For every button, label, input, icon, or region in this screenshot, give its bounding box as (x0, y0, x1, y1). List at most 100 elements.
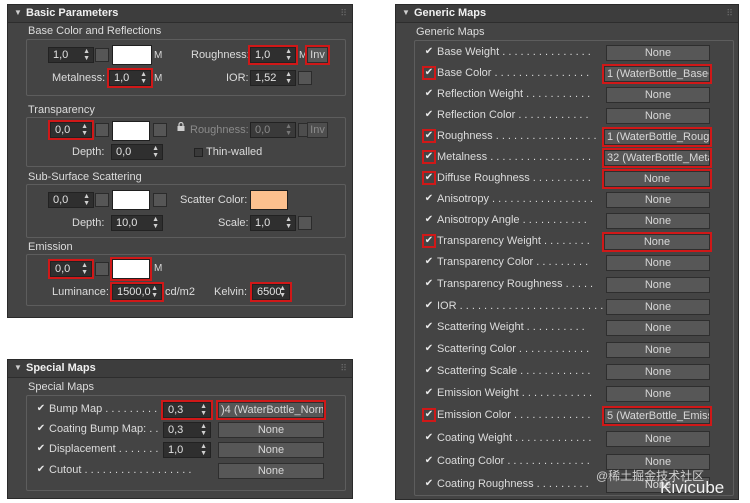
check-icon[interactable]: ✔ (424, 279, 434, 289)
check-icon[interactable]: ✔ (422, 66, 436, 80)
check-icon[interactable]: ✔ (36, 424, 46, 434)
check-icon[interactable]: ✔ (424, 110, 434, 120)
transparency-spinner[interactable]: 0,0 ▲ ▼ (48, 120, 94, 140)
row-label: Scattering Color . . . . . . . . . . . . (437, 343, 590, 355)
base-weight-spinner[interactable]: 1,0 ▲ ▼ (48, 47, 94, 63)
collapse-arrow-icon[interactable]: ▼ (14, 363, 22, 372)
sss-weight-spinner[interactable]: 0,0 ▲ ▼ (48, 192, 94, 208)
check-icon[interactable]: ✔ (422, 234, 436, 248)
kelvin-spinner[interactable]: 6500 ▲ ▼ (250, 282, 292, 302)
check-icon[interactable]: ✔ (424, 433, 434, 443)
check-icon[interactable]: ✔ (422, 150, 436, 164)
row-label: Anisotropy . . . . . . . . . . . . . . .… (437, 193, 593, 205)
anisotropy-angle-map-button[interactable]: None (606, 213, 710, 229)
check-icon[interactable]: ✔ (424, 366, 434, 376)
sss-weight-map-button[interactable] (95, 193, 109, 207)
metalness-spinner[interactable]: 1,0 ▲ ▼ (107, 68, 153, 88)
scale-spinner[interactable]: 1,0 ▲ ▼ (250, 215, 296, 231)
grip-icon[interactable]: ⠿ (726, 8, 733, 19)
check-icon[interactable]: ✔ (424, 322, 434, 332)
lock-icon[interactable] (177, 122, 185, 131)
scale-map-button[interactable] (298, 216, 312, 230)
transparency-roughness-invert-button[interactable]: Inv (307, 122, 328, 138)
generic-maps-header[interactable]: ▼ Generic Maps ⠿ (396, 5, 738, 23)
coating-bump-spinner[interactable]: 0,3 ▲ ▼ (163, 422, 211, 438)
special-maps-header[interactable]: ▼ Special Maps ⠿ (8, 360, 352, 378)
row-label: Emission Color . . . . . . . . . . . . . (437, 409, 591, 421)
check-icon[interactable]: ✔ (424, 47, 434, 57)
base-color-swatch[interactable] (112, 45, 152, 65)
base-color-map-button[interactable]: 1 (WaterBottle_BaseCo (602, 64, 712, 84)
metalness-map-label[interactable]: M (154, 73, 162, 84)
grip-icon[interactable]: ⠿ (340, 363, 347, 374)
check-icon[interactable]: ✔ (424, 388, 434, 398)
reflection-weight-map-button[interactable]: None (606, 87, 710, 103)
ior-map-button[interactable]: None (606, 299, 710, 315)
check-icon[interactable]: ✔ (424, 194, 434, 204)
scattering-color-map-button[interactable]: None (606, 342, 710, 358)
check-icon[interactable]: ✔ (424, 215, 434, 225)
emission-weight-spinner[interactable]: 0,0 ▲ ▼ (48, 259, 94, 279)
emission-color-map-label[interactable]: M (154, 263, 162, 274)
check-icon[interactable]: ✔ (424, 479, 434, 489)
diffuse-roughness-map-button[interactable]: None (602, 169, 712, 189)
displacement-spinner[interactable]: 1,0 ▲ ▼ (163, 442, 211, 458)
check-icon[interactable]: ✔ (424, 257, 434, 267)
emission-weight-map-button[interactable]: None (606, 386, 710, 402)
anisotropy-map-button[interactable]: None (606, 192, 710, 208)
roughness-map-button[interactable]: 1 (WaterBottle_Roughn (602, 127, 712, 147)
bump-amount-spinner[interactable]: 0,3 ▲ ▼ (161, 400, 213, 420)
ior-map-button[interactable] (298, 71, 312, 85)
scattering-weight-map-button[interactable]: None (606, 320, 710, 336)
check-icon[interactable]: ✔ (422, 129, 436, 143)
transparency-color-map-button[interactable]: None (606, 255, 710, 271)
emission-color-swatch[interactable] (110, 257, 152, 281)
check-icon[interactable]: ✔ (422, 408, 436, 422)
transparency-roughness-map-button[interactable]: None (606, 277, 710, 293)
scattering-scale-map-button[interactable]: None (606, 364, 710, 380)
sss-color-swatch[interactable] (112, 190, 150, 210)
ior-spinner[interactable]: 1,52 ▲ ▼ (250, 70, 296, 86)
grip-icon[interactable]: ⠿ (340, 8, 347, 19)
basic-parameters-header[interactable]: ▼ Basic Parameters ⠿ (8, 5, 352, 23)
metalness-map-button[interactable]: 32 (WaterBottle_Metal (602, 148, 712, 168)
collapse-arrow-icon[interactable]: ▼ (14, 8, 22, 17)
check-icon[interactable]: ✔ (36, 444, 46, 454)
check-icon[interactable]: ✔ (424, 456, 434, 466)
check-icon[interactable]: ✔ (36, 465, 46, 475)
transparency-roughness-spinner[interactable]: 0,0 ▲ ▼ (250, 122, 296, 138)
transparency-weight-map-button[interactable]: None (602, 232, 712, 252)
transparency-map-button[interactable] (95, 123, 109, 137)
transparency-color-map-button[interactable] (153, 123, 167, 137)
emission-color-map-button[interactable]: 5 (WaterBottle_Emissi (602, 406, 712, 426)
base-weight-map-button[interactable]: None (606, 45, 710, 61)
check-icon[interactable]: ✔ (424, 89, 434, 99)
check-icon[interactable]: ✔ (422, 171, 436, 185)
emission-weight-map-button[interactable] (95, 262, 109, 276)
check-icon[interactable]: ✔ (36, 404, 46, 414)
roughness-invert-button[interactable]: Inv (305, 45, 330, 65)
coating-weight-map-button[interactable]: None (606, 431, 710, 447)
transparency-depth-spinner[interactable]: 0,0 ▲ ▼ (111, 144, 163, 160)
cutout-map-button[interactable]: None (218, 463, 324, 479)
sss-color-map-button[interactable] (153, 193, 167, 207)
scatter-color-swatch[interactable] (250, 190, 288, 210)
row-label: Transparency Weight . . . . . . . . (437, 235, 590, 247)
thin-walled-checkbox[interactable] (194, 148, 203, 157)
generic-maps-panel: ▼ Generic Maps ⠿ Generic Maps ✔ Base Weig… (395, 4, 739, 500)
roughness-spinner[interactable]: 1,0 ▲ ▼ (248, 45, 298, 65)
luminance-spinner[interactable]: 1500,0 ▲ ▼ (110, 282, 164, 302)
group-title-special: Special Maps (28, 381, 95, 393)
sss-depth-spinner[interactable]: 10,0 ▲ ▼ (111, 215, 163, 231)
coating-bump-map-button[interactable]: None (218, 422, 324, 438)
bump-map-button[interactable]: )4 (WaterBottle_Norma (216, 400, 326, 420)
transparency-color-swatch[interactable] (112, 121, 150, 141)
collapse-arrow-icon[interactable]: ▼ (402, 8, 410, 17)
base-color-map-label[interactable]: M (154, 50, 162, 61)
check-icon[interactable]: ✔ (424, 344, 434, 354)
check-icon[interactable]: ✔ (424, 301, 434, 311)
reflection-color-map-button[interactable]: None (606, 108, 710, 124)
displacement-map-button[interactable]: None (218, 442, 324, 458)
row-label: Transparency Color . . . . . . . . . (437, 256, 589, 268)
base-weight-map-button[interactable] (95, 48, 109, 62)
